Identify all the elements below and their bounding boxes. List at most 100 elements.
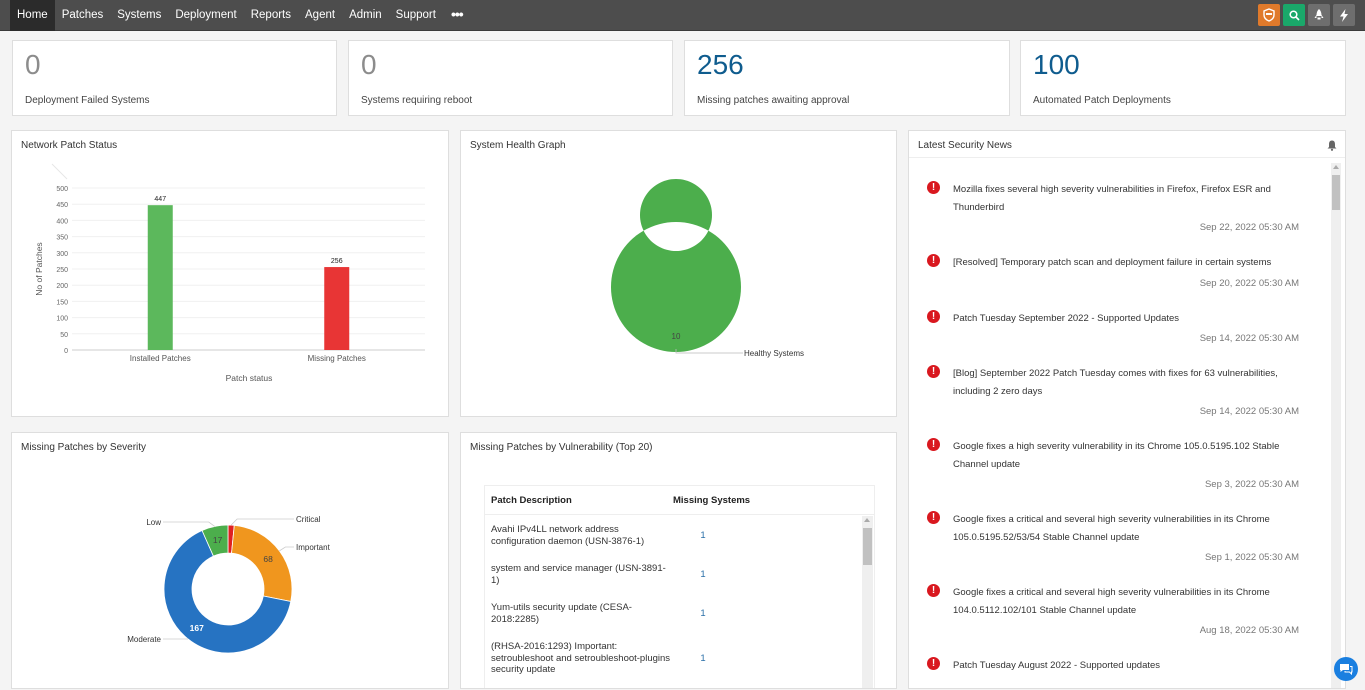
column-header-description[interactable]: Patch Description: [485, 495, 673, 506]
alert-icon: !: [927, 584, 940, 597]
bar-value-label: 447: [154, 196, 166, 203]
slice-value-label: 167: [190, 623, 204, 633]
stat-label: Systems requiring reboot: [361, 95, 472, 106]
stat-card-awaiting-approval[interactable]: 256 Missing patches awaiting approval: [684, 40, 1010, 116]
table-row[interactable]: system and service manager (USN-3891-1) …: [485, 555, 862, 594]
table-row[interactable]: Yum-utils security update (CESA-2018:228…: [485, 594, 862, 633]
nav-admin[interactable]: Admin: [342, 0, 389, 31]
missing-systems-count[interactable]: 1: [683, 530, 723, 541]
news-item[interactable]: ! Patch Tuesday September 2022 - Support…: [909, 310, 1331, 345]
alert-icon: !: [927, 657, 940, 670]
column-header-missing-systems[interactable]: Missing Systems: [673, 495, 823, 506]
stat-card-deployment-failed[interactable]: 0 Deployment Failed Systems: [12, 40, 337, 116]
severity-panel: Missing Patches by Severity Critical68Im…: [11, 432, 449, 689]
missing-systems-count[interactable]: 1: [683, 608, 723, 619]
news-date: Sep 14, 2022 05:30 AM: [953, 406, 1301, 417]
news-title[interactable]: Patch Tuesday September 2022 - Supported…: [953, 310, 1301, 328]
missing-systems-count[interactable]: 1: [683, 569, 723, 580]
news-date: Sep 3, 2022 05:30 AM: [953, 479, 1301, 490]
table-row[interactable]: Avahi IPv4LL network address configurati…: [485, 516, 862, 555]
nav-patches[interactable]: Patches: [55, 0, 111, 31]
y-tick-label: 100: [56, 316, 68, 323]
alert-icon: !: [927, 181, 940, 194]
news-item[interactable]: ! Google fixes a critical and several hi…: [909, 584, 1331, 636]
news-title[interactable]: Google fixes a critical and several high…: [953, 584, 1301, 619]
shield-icon: [1263, 8, 1275, 22]
nav-systems[interactable]: Systems: [110, 0, 168, 31]
table-body: Avahi IPv4LL network address configurati…: [485, 516, 862, 688]
slice-legend-label: Low: [146, 518, 161, 527]
stat-card-reboot-required[interactable]: 0 Systems requiring reboot: [348, 40, 673, 116]
news-item[interactable]: ! Google fixes a critical and several hi…: [909, 511, 1331, 563]
slice-legend-label: Critical: [296, 515, 321, 524]
security-shield-button[interactable]: [1258, 4, 1280, 26]
slice-value-label: 17: [213, 535, 223, 545]
news-title[interactable]: Mozilla fixes several high severity vuln…: [953, 181, 1301, 216]
scrollbar-thumb[interactable]: [863, 528, 872, 565]
news-item[interactable]: ! [Blog] September 2022 Patch Tuesday co…: [909, 365, 1331, 417]
stat-value: 256: [697, 49, 744, 81]
panel-title: Missing Patches by Vulnerability (Top 20…: [470, 442, 653, 453]
quick-actions-button[interactable]: [1333, 4, 1355, 26]
nav-deployment[interactable]: Deployment: [168, 0, 243, 31]
y-tick-label: 350: [56, 235, 68, 242]
stat-label: Automated Patch Deployments: [1033, 95, 1171, 106]
bar[interactable]: [324, 267, 349, 350]
news-title[interactable]: Patch Tuesday August 2022 - Supported up…: [953, 657, 1301, 675]
vulnerability-table: Patch Description Missing Systems Avahi …: [484, 485, 875, 688]
y-tick-label: 400: [56, 218, 68, 225]
severity-donut-chart: Critical68Important167Moderate17Low: [12, 433, 450, 690]
stat-card-automated-deployments[interactable]: 100 Automated Patch Deployments: [1020, 40, 1346, 116]
news-title[interactable]: Google fixes a critical and several high…: [953, 511, 1301, 546]
y-tick-label: 450: [56, 202, 68, 209]
search-icon: [1289, 10, 1300, 21]
scroll-up-arrow-icon[interactable]: [1333, 165, 1339, 169]
bell-icon[interactable]: [1327, 140, 1337, 151]
news-date: Sep 14, 2022 05:30 AM: [953, 333, 1301, 344]
quick-launch-button[interactable]: [1308, 4, 1330, 26]
slice-value-label: 68: [263, 554, 273, 564]
news-item[interactable]: ! [Resolved] Temporary patch scan and de…: [909, 254, 1331, 289]
donut-slice-healthy[interactable]: [611, 179, 741, 352]
y-tick-label: 500: [56, 186, 68, 193]
more-menu-button[interactable]: •••: [443, 0, 471, 31]
news-item[interactable]: ! Mozilla fixes several high severity vu…: [909, 181, 1331, 233]
search-button[interactable]: [1283, 4, 1305, 26]
network-patch-status-panel: Network Patch Status 0501001502002503003…: [11, 130, 449, 417]
news-title[interactable]: Google fixes a high severity vulnerabili…: [953, 438, 1301, 473]
nav-agent[interactable]: Agent: [298, 0, 342, 31]
scrollbar-thumb[interactable]: [1332, 175, 1340, 210]
news-date: Sep 20, 2022 05:30 AM: [953, 278, 1301, 289]
top-icon-group: [1258, 4, 1355, 26]
lightning-icon: [1339, 9, 1349, 22]
nav-home[interactable]: Home: [10, 0, 55, 31]
table-row[interactable]: (RHSA-2016:1293) Important: setroublesho…: [485, 633, 862, 684]
bar[interactable]: [148, 205, 173, 350]
patch-description: system and service manager (USN-3891-1): [485, 563, 673, 586]
nav-support[interactable]: Support: [389, 0, 443, 31]
news-title[interactable]: [Resolved] Temporary patch scan and depl…: [953, 254, 1301, 272]
table-scrollbar[interactable]: [862, 516, 873, 688]
donut-slice-important[interactable]: [232, 525, 292, 601]
chart-decoration: [52, 164, 67, 179]
vulnerability-panel: Missing Patches by Vulnerability (Top 20…: [460, 432, 897, 689]
stat-label: Missing patches awaiting approval: [697, 95, 849, 106]
chat-icon: [1339, 663, 1353, 675]
main-nav: Home Patches Systems Deployment Reports …: [10, 0, 471, 31]
stat-value: 0: [361, 49, 377, 81]
missing-systems-count[interactable]: 1: [683, 653, 723, 664]
stat-value: 100: [1033, 49, 1080, 81]
news-scrollbar[interactable]: [1331, 163, 1341, 688]
scroll-up-arrow-icon[interactable]: [864, 518, 870, 522]
nav-reports[interactable]: Reports: [244, 0, 298, 31]
alert-icon: !: [927, 310, 940, 323]
slice-value-label: 10: [672, 332, 681, 341]
chat-button[interactable]: [1334, 657, 1358, 681]
y-tick-label: 300: [56, 251, 68, 258]
news-item[interactable]: ! Patch Tuesday August 2022 - Supported …: [909, 657, 1331, 675]
news-item[interactable]: ! Google fixes a high severity vulnerabi…: [909, 438, 1331, 490]
alert-icon: !: [927, 365, 940, 378]
leader-line: [231, 519, 294, 525]
x-axis-label: Patch status: [226, 373, 273, 383]
news-title[interactable]: [Blog] September 2022 Patch Tuesday come…: [953, 365, 1301, 400]
